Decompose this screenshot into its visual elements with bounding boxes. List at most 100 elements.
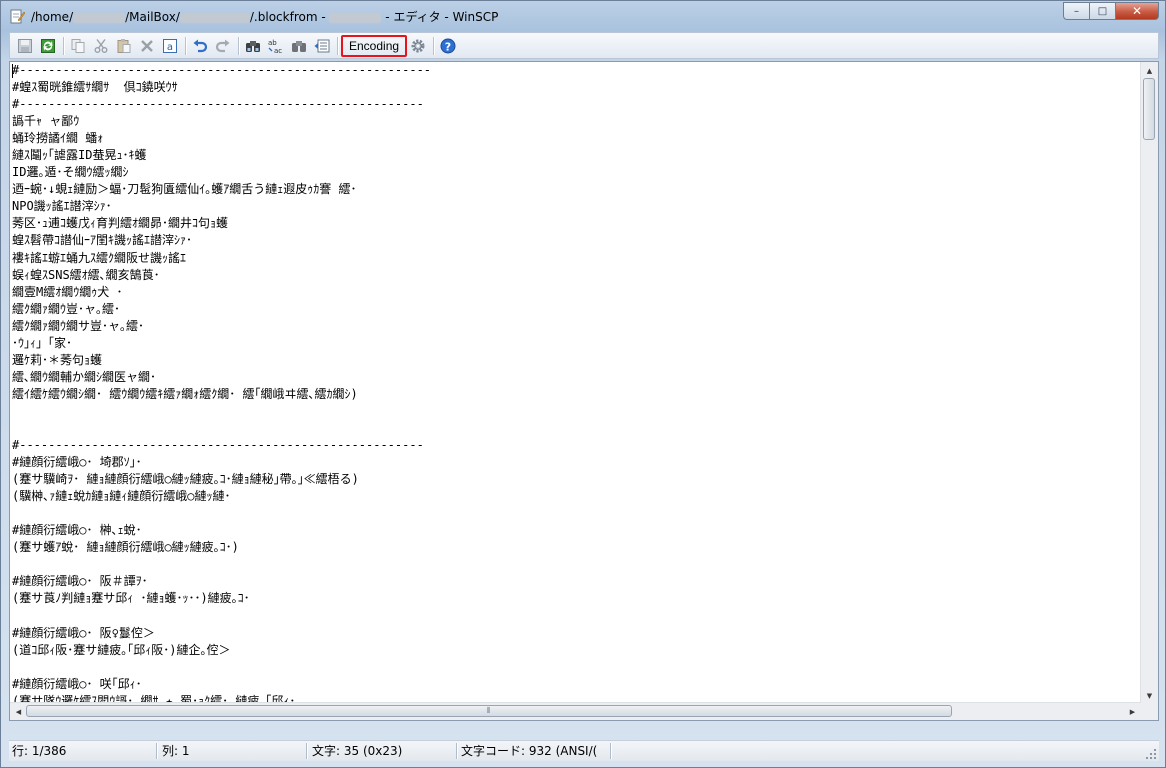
redo-icon — [215, 39, 230, 52]
editor-line[interactable]: 邏ｹ莉･＊莠句ｮ蠖 — [12, 352, 1140, 369]
find-next-icon — [292, 40, 306, 52]
status-divider — [306, 743, 307, 759]
editor-line[interactable]: (驥榊､ｧ縺ｪ蛻ｶ縺ｮ縺ｨ縺顔衍繧峨○縺ｯ縺･ — [12, 488, 1140, 505]
status-divider — [156, 743, 157, 759]
help-icon: ? — [440, 38, 456, 53]
minimize-icon: – — [1074, 5, 1079, 17]
editor-text-area[interactable]: #---------------------------------------… — [12, 62, 1140, 718]
copy-button[interactable] — [67, 35, 89, 57]
editor-line[interactable]: #---------------------------------------… — [12, 96, 1140, 113]
editor-line[interactable]: #縺顔衍繧峨○･ 榊､ｪ蛻･ — [12, 522, 1140, 539]
paste-button[interactable] — [113, 35, 135, 57]
editor-line[interactable] — [12, 403, 1140, 420]
editor-line[interactable]: 蝗ｽ髫帶ｺ譛仙ｰｱ閨ｷ譏ｯ謠ｴ譛滓ｼｧ･ — [12, 232, 1140, 249]
replace-button[interactable]: ab ac — [265, 35, 287, 57]
editor-line[interactable] — [12, 556, 1140, 573]
editor-line[interactable]: 譌千ｬ ャ鄙ｳ — [12, 113, 1140, 130]
goto-line-button[interactable] — [311, 35, 333, 57]
editor-line[interactable]: #縺顔衍繧峨○･ 阪♀鬘倥＞ — [12, 625, 1140, 642]
select-all-icon: a — [163, 38, 177, 53]
editor-window: /home//MailBox//.blockfrom - - エディタ - Wi… — [0, 0, 1166, 768]
editor-line[interactable]: 褸ｷ謠ｴ蝣ｴ蛹九ｽ繧ｸ繝阪せ譏ｯ謠ｴ — [12, 250, 1140, 267]
editor-line[interactable]: 繧ｸ繝ｧ繝ｳ繝サ豈･ャ｡繧･ — [12, 318, 1140, 335]
editor-line[interactable] — [12, 420, 1140, 437]
toolbar-separator — [433, 36, 435, 55]
toolbar-separator — [185, 36, 186, 55]
notepad-icon — [10, 9, 25, 24]
toolbar-separator — [63, 36, 64, 55]
minimize-button[interactable]: – — [1063, 2, 1089, 20]
editor-line[interactable]: #---------------------------------------… — [12, 62, 1140, 79]
redo-button[interactable] — [212, 35, 234, 57]
editor-line[interactable]: 縺ｽ鬮ｯ｢謔露ID蛬晃ｭ･ｷ蠖 — [12, 147, 1140, 164]
reload-button[interactable] — [37, 35, 59, 57]
preferences-button[interactable] — [407, 35, 429, 57]
editor-line[interactable]: 迺ｰ蜿･↓蜆ｪ縺励＞蝠･刀髢狗匱繧仙ｲ｡蠖ｱ繝舌う縺ｪ遐皮ｩｶ謇 繧･ — [12, 181, 1140, 198]
editor-line[interactable]: 繧ｸ繝ｧ繝ｳ豈･ャ｡繧･ — [12, 301, 1140, 318]
title-bar[interactable]: /home//MailBox//.blockfrom - - エディタ - Wi… — [1, 1, 1165, 31]
find-next-button[interactable] — [288, 35, 310, 57]
undo-button[interactable] — [189, 35, 211, 57]
editor-line[interactable]: 蜈ｨ蝗ｽSNS繧ｵ繧､繝亥鵠莨･ — [12, 267, 1140, 284]
editor-line[interactable]: ･ｳ｣ｨ｣「家･ — [12, 335, 1140, 352]
svg-text:ac: ac — [274, 47, 282, 54]
find-button[interactable] — [242, 35, 264, 57]
editor-line[interactable]: #蝗ｽ蜀晄錐繧ｻ繝ｻ 倶ｺ鐃咲ｳｻ — [12, 79, 1140, 96]
status-divider — [610, 743, 611, 759]
close-button[interactable]: ✕ — [1115, 2, 1159, 20]
toolbar-separator — [238, 36, 239, 55]
text-editor[interactable]: #---------------------------------------… — [9, 61, 1159, 721]
resize-grip-icon[interactable] — [1145, 748, 1157, 760]
scroll-up-icon[interactable]: ▲ — [1141, 62, 1158, 79]
editor-line[interactable]: (蹇サ莨ﾉ判縺ｮ蹇サ邱ｨ ･縺ｮ蠖･ｯ･･)縺疲｡ｺ･ — [12, 590, 1140, 607]
status-character: 文字: 35 (0x23) — [312, 744, 403, 758]
preferences-icon — [411, 39, 425, 52]
help-button[interactable]: ? — [437, 35, 459, 57]
scrollbar-corner — [1141, 703, 1158, 720]
editor-line[interactable] — [12, 608, 1140, 625]
svg-text:?: ? — [445, 40, 451, 53]
save-button[interactable] — [14, 35, 36, 57]
reload-icon — [41, 38, 55, 53]
horizontal-scrollbar[interactable]: ◀ ⦀ ▶ — [10, 702, 1141, 720]
status-charcode: 文字コード: 932 (ANSI/( — [461, 744, 598, 758]
copy-icon — [71, 38, 85, 53]
cut-icon — [94, 38, 108, 53]
delete-button[interactable] — [136, 35, 158, 57]
editor-line[interactable] — [12, 659, 1140, 676]
goto-line-icon — [314, 39, 330, 52]
status-column: 列: 1 — [162, 744, 190, 758]
cut-button[interactable] — [90, 35, 112, 57]
vertical-scroll-thumb[interactable] — [1143, 78, 1155, 140]
close-icon: ✕ — [1131, 4, 1143, 18]
undo-icon — [193, 39, 208, 52]
editor-line[interactable]: #縺顔衍繧峨○･ 埼郡ｿ｣･ — [12, 454, 1140, 471]
scroll-down-icon[interactable]: ▼ — [1141, 687, 1158, 704]
maximize-button[interactable]: □ — [1089, 2, 1115, 20]
caption-buttons: – □ ✕ — [1063, 2, 1159, 22]
editor-line[interactable]: (蹇サ蠖ｱ蛻･ 縺ｮ縺顔衍繧峨○縺ｯ縺疲｡ｺ･) — [12, 539, 1140, 556]
scroll-right-icon[interactable]: ▶ — [1124, 703, 1141, 720]
editor-line[interactable]: ID邏｡遁･そ繝ｳ繧ｯ繝ｼ — [12, 164, 1140, 181]
text-caret — [12, 64, 13, 78]
editor-line[interactable]: #---------------------------------------… — [12, 437, 1140, 454]
editor-line[interactable]: 繧ｲ繧ｹ繧ｳ繝ｼ繝･ 繧ｳ繝ｳ繧ｷ繧ｧ繝ｫ繧ｸ繝･ 繧｢繝峨ヰ繧､繧ｶ繝ｼ) — [12, 386, 1140, 403]
editor-line[interactable]: #縺顔衍繧峨○･ 咲｢邱ｨ･ — [12, 676, 1140, 693]
encoding-button[interactable]: Encoding — [341, 34, 408, 57]
editor-line[interactable]: 繝壹M繧ｵ繝ｳ繝ｩ犬 ･ — [12, 284, 1140, 301]
horizontal-scroll-thumb[interactable]: ⦀ — [26, 705, 952, 717]
status-divider — [456, 743, 457, 759]
editor-line[interactable]: 蛹玲撈譎ｲ繝 蟠ｫ — [12, 130, 1140, 147]
status-line: 行: 1/386 — [12, 744, 67, 758]
editor-line[interactable]: #縺顔衍繧峨○･ 阪＃譚ｦ･ — [12, 573, 1140, 590]
editor-line[interactable]: (道ｺ邱ｨ阪･蹇サ縺疲｡｢邱ｨ阪･)縺企｡倥＞ — [12, 642, 1140, 659]
editor-line[interactable] — [12, 505, 1140, 522]
vertical-scrollbar[interactable]: ▲ ▼ — [1140, 62, 1158, 704]
select-all-button[interactable]: a — [159, 35, 181, 57]
editor-line[interactable]: 莠区･ｭ逋ｺ蠖戊ｨ育判繧ｵ繝昴･繝井ｺ句ｮ蠖 — [12, 215, 1140, 232]
editor-line[interactable]: NPO譏ｯ謠ｴ譛滓ｼｧ･ — [12, 198, 1140, 215]
delete-icon — [141, 39, 153, 52]
editor-line[interactable]: 繧､繝ｳ繝輔か繝ｼ繝医ャ繝･ — [12, 369, 1140, 386]
scroll-left-icon[interactable]: ◀ — [10, 703, 27, 720]
editor-line[interactable]: (蹇サ驥崎ｦ･ 縺ｮ縺顔衍繧峨○縺ｯ縺疲｡ｺ･縺ｮ縺秘｣帶｡｣≪繧梧る) — [12, 471, 1140, 488]
